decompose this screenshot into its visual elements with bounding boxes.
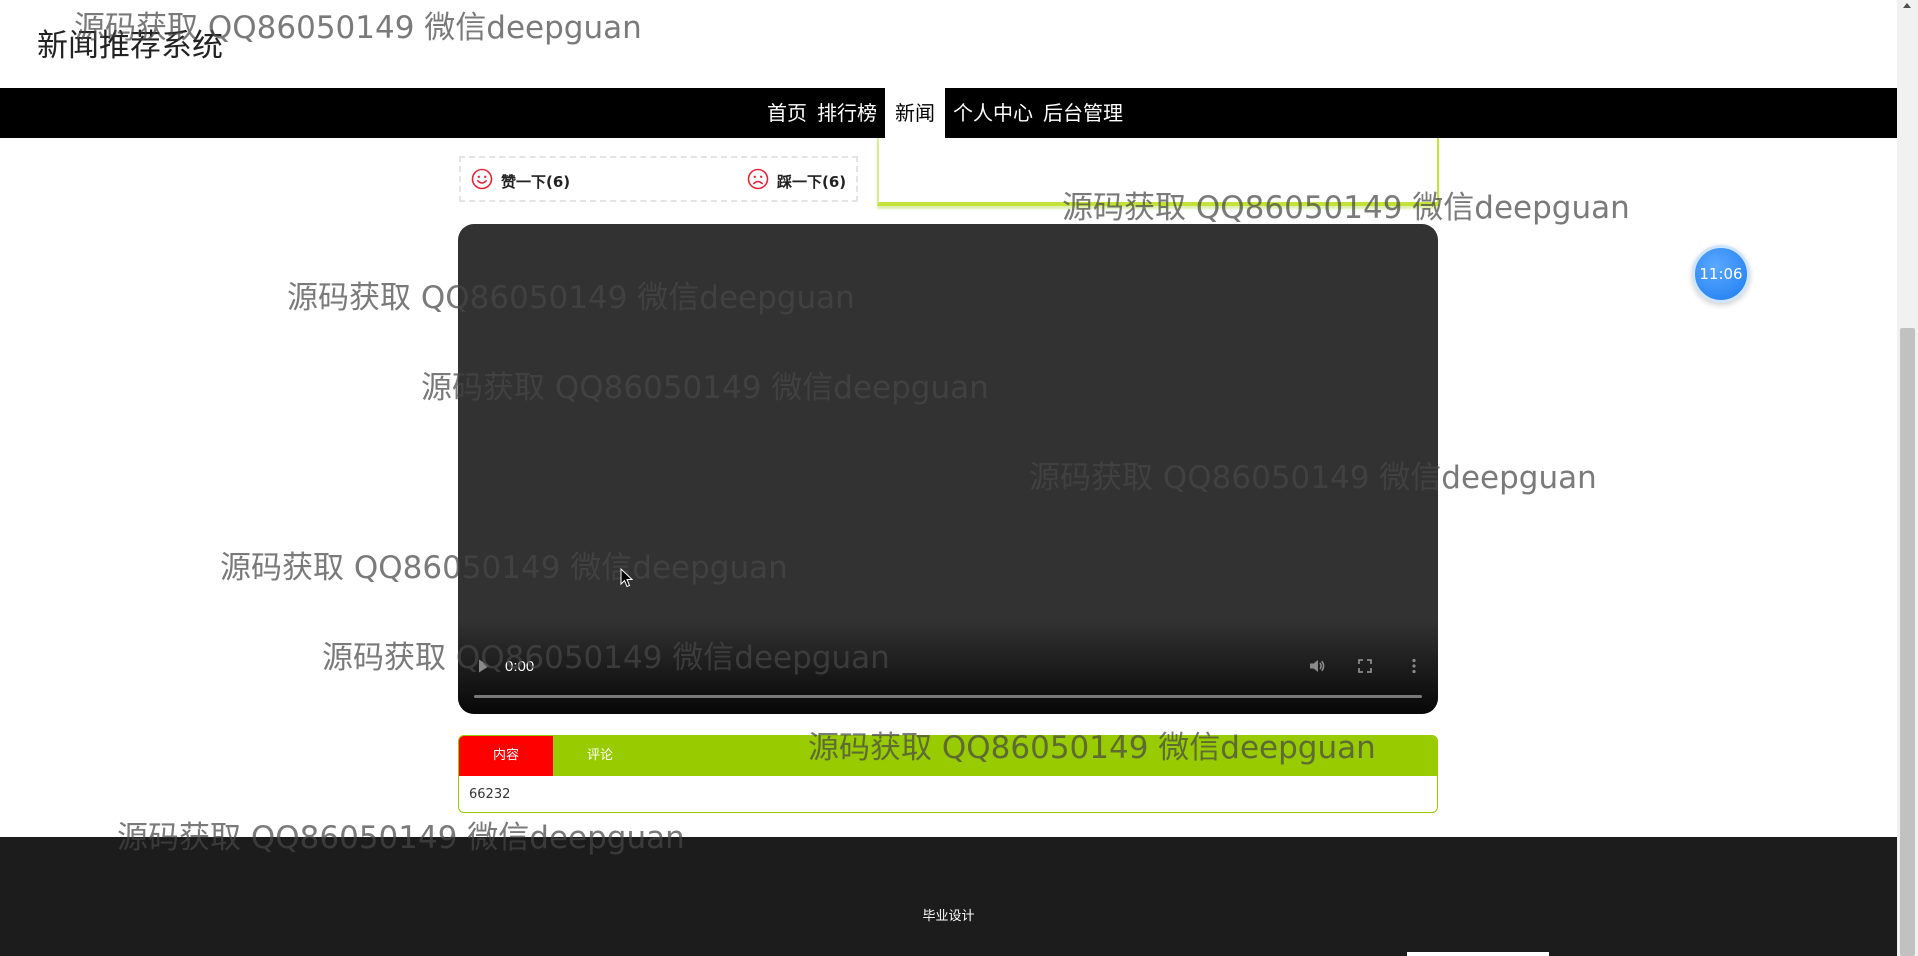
nav-item-personal-center[interactable]: 个人中心 [948,88,1038,138]
video-controls: 0:00 [458,644,1438,714]
tab-content[interactable]: 内容 [459,736,553,776]
video-progress-bar[interactable] [474,695,1422,698]
nav-item-admin[interactable]: 后台管理 [1038,88,1128,138]
vote-box: 赞一下(6) 踩一下(6) [459,156,858,202]
scrollbar[interactable] [1897,0,1918,956]
nav-item-ranking[interactable]: 排行榜 [812,88,882,138]
footer: 毕业设计 [0,837,1897,956]
footer-text: 毕业设计 [922,909,975,924]
video-player[interactable]: 0:00 [458,224,1438,714]
scroll-thumb[interactable] [1900,328,1915,956]
related-card [877,138,1439,206]
scroll-up-arrow-icon[interactable] [1903,3,1911,8]
smile-icon [471,168,493,194]
video-time: 0:00 [505,658,535,675]
more-icon[interactable] [1405,657,1423,675]
tab-content-body: 66232 [469,787,511,802]
tab-bar: 内容 评论 [459,736,1437,776]
footer-widget [1407,952,1549,956]
dislike-button[interactable]: 踩一下(6) [747,168,846,194]
like-label: 赞一下(6) [501,172,571,191]
play-icon[interactable] [476,658,492,674]
nav-list: 首页 排行榜 新闻 个人中心 后台管理 [762,88,1128,138]
frown-icon [747,168,769,194]
page: 新闻推荐系统 首页 排行榜 新闻 个人中心 后台管理 赞一下(6) 踩一下(6)… [0,0,1918,956]
nav-item-news[interactable]: 新闻 [885,88,945,138]
clock-bubble[interactable]: 11:06 [1692,245,1750,303]
nav-item-home[interactable]: 首页 [762,88,812,138]
volume-icon[interactable] [1308,657,1326,675]
fullscreen-icon[interactable] [1356,657,1374,675]
like-button[interactable]: 赞一下(6) [471,168,570,194]
dislike-label: 踩一下(6) [777,172,847,191]
top-navbar: 首页 排行榜 新闻 个人中心 后台管理 [0,88,1897,138]
tabs-panel: 内容 评论 66232 [458,735,1438,813]
tab-comments[interactable]: 评论 [553,736,647,776]
site-title: 新闻推荐系统 [37,28,223,64]
